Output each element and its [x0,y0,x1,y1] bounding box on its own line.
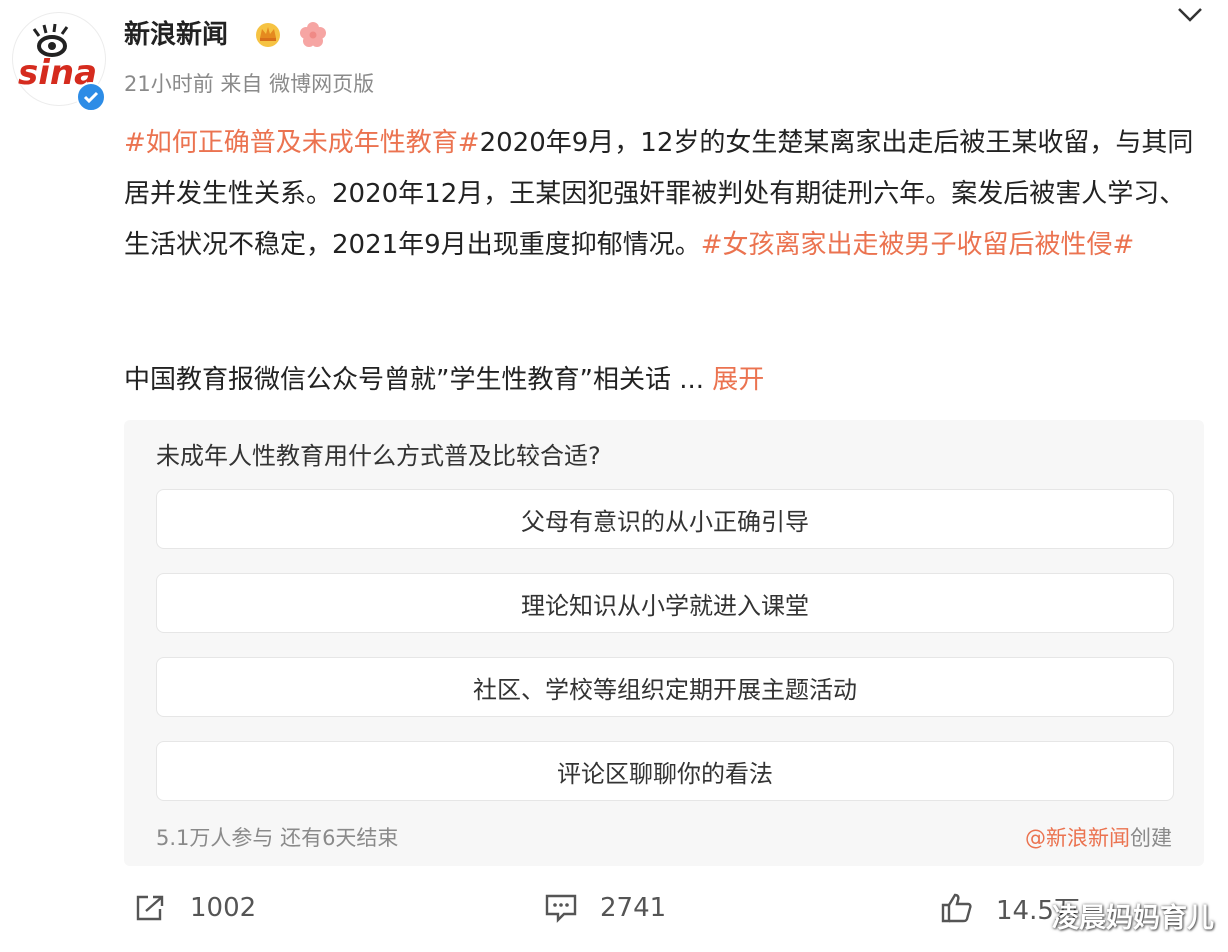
topic-link[interactable]: #如何正确普及未成年性教育# [124,128,480,158]
post-continued-text: 中国教育报微信公众号曾就”学生性教育”相关话 [124,365,671,395]
comment-button[interactable]: 2741 [544,888,666,928]
poll-stats: 5.1万人参与 还有6天结束 [156,826,399,850]
watermark: 凌晨妈妈育儿 [1052,903,1214,934]
poll-creator: @新浪新闻创建 [1025,822,1172,852]
author-name[interactable]: 新浪新闻 [124,14,228,51]
expand-link[interactable]: 展开 [712,365,764,395]
poll-question: 未成年人性教育用什么方式普及比较合适? [156,442,601,470]
repost-icon [136,895,164,921]
flower-badge-icon[interactable] [298,20,328,50]
post-text: #如何正确普及未成年性教育#2020年9月，12岁的女生楚某离家出走后被王某收留… [124,118,1204,271]
topic-link[interactable]: #女孩离家出走被男子收留后被性侵# [701,230,1135,260]
poll-creator-suffix: 创建 [1130,826,1172,850]
poll-creator-link[interactable]: @新浪新闻 [1025,826,1130,850]
crown-badge-icon[interactable] [254,20,282,48]
repost-button[interactable]: 1002 [134,888,256,928]
post-more-line: 中国教育报微信公众号曾就”学生性教育”相关话 ... 展开 [124,360,764,400]
ellipsis: ... [679,365,705,395]
comment-count: 2741 [600,893,667,923]
post-meta: 21小时前 来自 微博网页版 [124,72,375,96]
poll-option[interactable]: 父母有意识的从小正确引导 [156,489,1174,549]
poll-option[interactable]: 社区、学校等组织定期开展主题活动 [156,657,1174,717]
comment-icon [545,894,577,923]
verified-icon [76,82,106,112]
poll-option[interactable]: 理论知识从小学就进入课堂 [156,573,1174,633]
poll-option[interactable]: 评论区聊聊你的看法 [156,741,1174,801]
repost-count: 1002 [190,893,257,923]
like-icon [941,893,972,923]
chevron-down-icon[interactable] [1176,4,1204,26]
